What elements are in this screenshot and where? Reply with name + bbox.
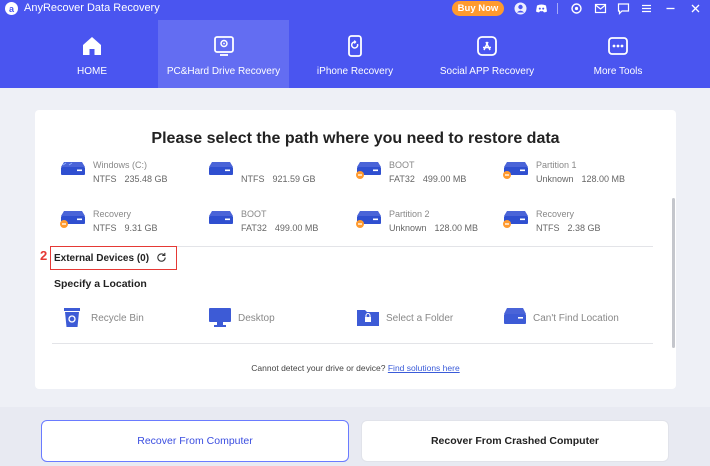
- toolbar-separator: [557, 3, 558, 14]
- drive-fs: NTFS: [93, 174, 117, 184]
- drive-info: FAT32 499.00 MB: [241, 223, 326, 233]
- external-devices-label: External Devices (0): [54, 253, 150, 264]
- home-icon: [83, 37, 101, 55]
- tab-social-app-recovery[interactable]: Social APP Recovery: [430, 20, 544, 88]
- drive-name: BOOT: [389, 160, 415, 170]
- drive-name: Partition 2: [389, 209, 430, 219]
- app-store-icon: [477, 36, 497, 56]
- drive-name: Recovery: [536, 209, 575, 219]
- drive-fs: FAT32: [241, 223, 267, 233]
- drive-fs: FAT32: [389, 174, 415, 184]
- drive-name: Recovery: [93, 209, 132, 219]
- drive-info: NTFS 235.48 GB: [93, 174, 176, 184]
- settings-icon[interactable]: [570, 2, 583, 15]
- page-title: Please select the path where you need to…: [151, 130, 560, 147]
- app-header: a AnyRecover Data Recovery Buy Now HOME …: [0, 0, 710, 88]
- refresh-icon[interactable]: [156, 252, 167, 263]
- specify-location-heading: Specify a Location: [54, 278, 147, 290]
- main-panel: Please select the path where you need to…: [35, 110, 676, 389]
- drive-size: 499.00 MB: [274, 223, 319, 233]
- location-label: Desktop: [238, 313, 275, 324]
- app-title: AnyRecover Data Recovery: [24, 2, 160, 14]
- drive-size: 235.48 GB: [124, 174, 168, 184]
- drive-fs: Unknown: [389, 223, 427, 233]
- drive-item[interactable]: Partition 1 Unknown 128.00 MB: [502, 160, 642, 187]
- more-tools-icon: [608, 37, 628, 55]
- divider: [52, 343, 653, 344]
- user-icon[interactable]: [514, 2, 527, 15]
- drive-icon: [209, 162, 233, 175]
- tab-label: HOME: [77, 66, 107, 77]
- drive-item[interactable]: Recovery NTFS 2.38 GB: [502, 206, 642, 236]
- location-label: Select a Folder: [386, 313, 454, 324]
- recycle-bin-icon: [64, 308, 80, 327]
- drive-size: 2.38 GB: [567, 223, 601, 233]
- drive-fs: NTFS: [93, 223, 117, 233]
- tab-home[interactable]: HOME: [42, 20, 142, 88]
- tab-label: Social APP Recovery: [439, 66, 535, 77]
- drive-info: Unknown 128.00 MB: [536, 174, 633, 184]
- app-logo: a: [5, 2, 18, 15]
- drive-info: Unknown 128.00 MB: [389, 223, 486, 233]
- drive-size: 128.00 MB: [434, 223, 479, 233]
- close-icon[interactable]: [689, 2, 702, 15]
- mail-icon[interactable]: [594, 2, 607, 15]
- drive-question-icon: [504, 308, 526, 324]
- title-bar: a AnyRecover Data Recovery Buy Now: [0, 0, 710, 18]
- drive-info: FAT32 499.00 MB: [389, 174, 474, 184]
- location-label: Can't Find Location: [533, 313, 619, 324]
- drive-name: Partition 1: [536, 160, 577, 170]
- tab-label: More Tools: [593, 66, 643, 77]
- drive-item[interactable]: BOOT FAT32 499.00 MB: [355, 160, 495, 187]
- desktop-icon: [209, 308, 231, 327]
- scrollbar-thumb[interactable]: [672, 198, 675, 348]
- drive-fs: NTFS: [241, 174, 265, 184]
- location-label: Recycle Bin: [91, 313, 144, 324]
- drive-item[interactable]: Recovery NTFS 9.31 GB: [59, 206, 199, 236]
- discord-icon[interactable]: [535, 2, 548, 15]
- help-text: Cannot detect your drive or device? Find…: [35, 363, 676, 373]
- drive-size: 921.59 GB: [272, 174, 316, 184]
- drive-size: 499.00 MB: [422, 174, 467, 184]
- recover-from-crashed-computer-button[interactable]: Recover From Crashed Computer: [361, 420, 669, 462]
- drive-item[interactable]: NTFS 921.59 GB: [207, 160, 347, 187]
- help-question: Cannot detect your drive or device?: [251, 363, 386, 373]
- step-number-annotation: 2: [40, 248, 48, 263]
- drive-item[interactable]: Partition 2 Unknown 128.00 MB: [355, 206, 495, 236]
- menu-icon[interactable]: [640, 2, 653, 15]
- find-solutions-link[interactable]: Find solutions here: [388, 363, 460, 373]
- drive-item[interactable]: Windows (C:) NTFS 235.48 GB: [59, 160, 199, 187]
- drive-size: 9.31 GB: [124, 223, 158, 233]
- drive-size: 128.00 MB: [581, 174, 626, 184]
- chat-icon[interactable]: [617, 2, 630, 15]
- minimize-icon[interactable]: [664, 2, 677, 15]
- recover-from-computer-button[interactable]: Recover From Computer: [41, 420, 349, 462]
- drive-hidden-icon: [503, 162, 528, 179]
- drive-hidden-icon: [60, 211, 85, 228]
- tab-label: iPhone Recovery: [316, 66, 394, 77]
- drive-item[interactable]: BOOT FAT32 499.00 MB: [207, 206, 347, 236]
- drive-info: NTFS 2.38 GB: [536, 223, 609, 233]
- buy-now-button[interactable]: Buy Now: [452, 1, 504, 16]
- pc-drive-icon: [213, 36, 234, 56]
- tab-label: PC&Hard Drive Recovery: [166, 66, 281, 77]
- drive-info: NTFS 921.59 GB: [241, 174, 324, 184]
- drive-hidden-icon: [356, 211, 381, 228]
- drive-info: NTFS 9.31 GB: [93, 223, 166, 233]
- folder-icon: [357, 310, 379, 326]
- drive-system-icon: [61, 162, 85, 175]
- iphone-icon: [348, 35, 362, 57]
- tab-more-tools[interactable]: More Tools: [570, 20, 666, 88]
- drive-fs: Unknown: [536, 174, 574, 184]
- drive-name: Windows (C:): [93, 160, 148, 170]
- drive-fs: NTFS: [536, 223, 560, 233]
- drive-hidden-icon: [503, 211, 528, 228]
- tab-pc-hard-drive-recovery[interactable]: PC&Hard Drive Recovery: [158, 20, 289, 88]
- drive-hidden-icon: [356, 162, 381, 179]
- drive-name: BOOT: [241, 209, 267, 219]
- tab-iphone-recovery[interactable]: iPhone Recovery: [305, 20, 405, 88]
- drive-icon: [209, 211, 233, 224]
